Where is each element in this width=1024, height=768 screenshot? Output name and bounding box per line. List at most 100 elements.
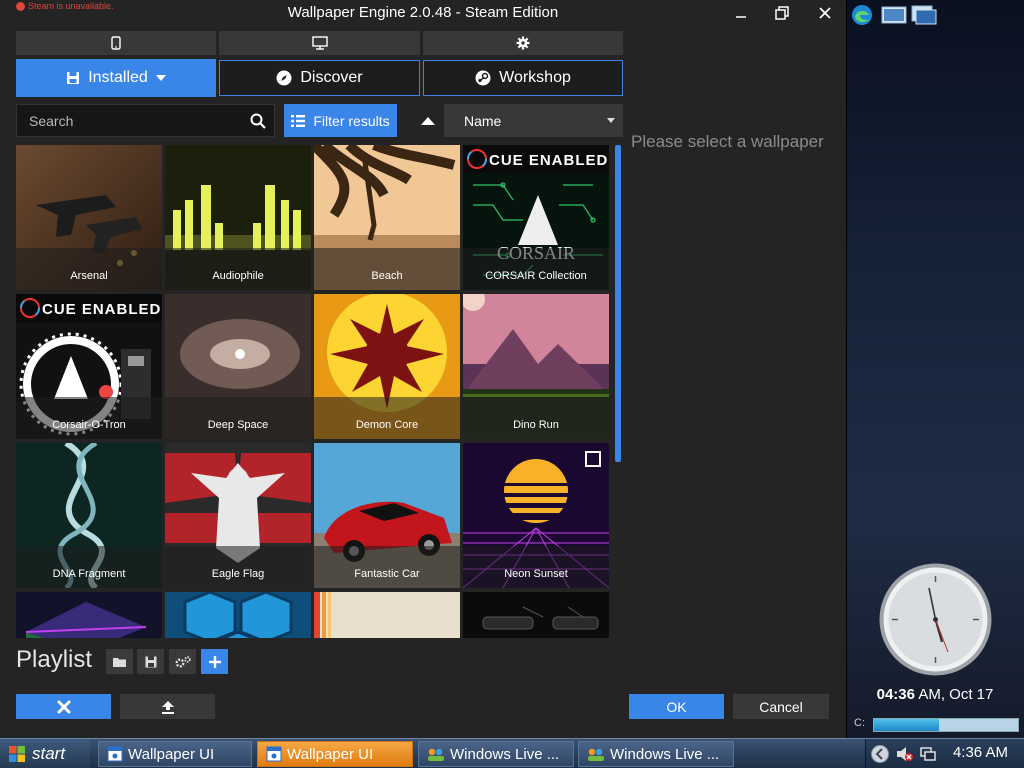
wallpaper-thumbnail — [16, 592, 162, 638]
playlist-add-button[interactable] — [201, 649, 228, 674]
search-input[interactable] — [29, 112, 244, 129]
wallpaper-title: Fantastic Car — [314, 546, 460, 588]
wallpaper-title: Demon Core — [314, 397, 460, 439]
gears-icon — [175, 655, 191, 667]
filter-results-button[interactable]: Filter results — [284, 104, 397, 137]
playlist-open-button[interactable] — [106, 649, 133, 674]
search-icon[interactable] — [250, 113, 266, 129]
taskbar-item-windows-live-2[interactable]: Windows Live ... — [578, 741, 734, 767]
show-desktop-icon[interactable] — [881, 4, 907, 26]
wallpaper-tile[interactable]: Demon Core — [314, 294, 460, 439]
settings-tab[interactable] — [423, 31, 623, 55]
taskbar-item-wallpaper-ui-1[interactable]: Wallpaper UI — [98, 741, 252, 767]
editor-tools-button[interactable] — [16, 694, 111, 719]
task-label: Wallpaper UI — [128, 745, 215, 763]
task-label: Windows Live ... — [450, 745, 560, 763]
filter-list-icon — [291, 114, 306, 127]
system-tray: 4:36 AM — [865, 739, 1024, 768]
windows-logo-icon — [9, 746, 25, 762]
filter-results-label: Filter results — [313, 112, 390, 129]
taskbar-clock[interactable]: 4:36 AM — [953, 744, 1008, 761]
start-button[interactable]: start — [0, 739, 90, 768]
drive-usage-fill — [874, 719, 939, 731]
select-checkbox[interactable] — [585, 451, 601, 467]
sidebar-time: 04:36 — [876, 686, 915, 703]
taskbar: start Wallpaper UI Wallpaper UI Windows … — [0, 738, 1024, 768]
wallpaper-title: Corsair-O-Tron — [16, 397, 162, 439]
playlist-settings-button[interactable] — [169, 649, 196, 674]
sort-direction-button[interactable] — [418, 112, 438, 130]
wallpaper-tile[interactable]: Dino Run — [463, 294, 609, 439]
playlist-save-button[interactable] — [137, 649, 164, 674]
chevron-left-icon[interactable] — [870, 744, 890, 764]
svg-text:CUE ENABLED: CUE ENABLED — [42, 301, 161, 318]
sidebar-date: AM, Oct 17 — [915, 686, 994, 703]
taskbar-item-windows-live-1[interactable]: Windows Live ... — [418, 741, 574, 767]
wallpaper-tile[interactable]: Eagle Flag — [165, 443, 311, 588]
windows-live-icon — [428, 748, 444, 761]
upload-button[interactable] — [120, 694, 215, 719]
plus-icon — [208, 655, 221, 668]
wallpaper-title: DNA Fragment — [16, 546, 162, 588]
wallpaper-tile[interactable] — [165, 592, 311, 638]
wallpaper-tile[interactable] — [463, 592, 609, 638]
grid-scrollbar[interactable] — [615, 145, 621, 462]
minimize-button[interactable] — [728, 2, 754, 24]
minimize-icon — [736, 16, 746, 18]
wallpaper-title: Arsenal — [16, 248, 162, 290]
tab-installed[interactable]: Installed — [16, 59, 216, 97]
wallpaper-tile[interactable]: CORSAIRCUE ENABLEDCORSAIR Collection — [463, 145, 609, 290]
wallpaper-tile[interactable]: Beach — [314, 145, 460, 290]
sort-dropdown[interactable]: Name — [444, 104, 623, 137]
wallpaper-tile[interactable] — [314, 592, 460, 638]
wallpaper-thumbnail — [165, 592, 311, 638]
sidebar-time-date: 04:36 AM, Oct 17 — [846, 686, 1024, 703]
volume-muted-icon[interactable] — [896, 746, 914, 762]
wallpaper-tile[interactable]: Neon Sunset — [463, 443, 609, 588]
wallpaper-title: Neon Sunset — [463, 546, 609, 588]
network-icon[interactable] — [920, 746, 936, 762]
wallpaper-tile[interactable]: Deep Space — [165, 294, 311, 439]
start-label: start — [32, 744, 66, 763]
task-label: Windows Live ... — [610, 745, 720, 763]
task-label: Wallpaper UI — [287, 745, 374, 763]
wallpaper-tile[interactable]: DNA Fragment — [16, 443, 162, 588]
wallpaper-title: Deep Space — [165, 397, 311, 439]
close-button[interactable] — [812, 2, 838, 24]
drive-usage-meter — [873, 718, 1019, 732]
tab-workshop-label: Workshop — [499, 69, 571, 86]
preview-message: Please select a wallpaper — [631, 132, 824, 151]
wallpaper-engine-window: Steam is unavailable. Wallpaper Engine 2… — [0, 0, 846, 738]
upload-icon — [161, 700, 174, 714]
chevron-down-icon — [155, 75, 166, 81]
wallpaper-tile[interactable]: CUE ENABLED Corsair-O-Tron — [16, 294, 162, 439]
monitor-icon — [311, 36, 328, 50]
window-title: Wallpaper Engine 2.0.48 - Steam Edition — [287, 4, 559, 21]
phone-icon — [111, 36, 121, 50]
app-window-icon — [107, 746, 123, 762]
cancel-button[interactable]: Cancel — [733, 694, 829, 719]
taskbar-item-wallpaper-ui-2[interactable]: Wallpaper UI — [257, 741, 413, 767]
close-icon — [819, 7, 831, 19]
wallpaper-tile[interactable]: Fantastic Car — [314, 443, 460, 588]
wallpaper-tile[interactable]: Arsenal — [16, 145, 162, 290]
svg-text:CUE ENABLED: CUE ENABLED — [489, 152, 608, 169]
edge-browser-icon[interactable] — [851, 4, 873, 26]
mobile-devices-tab[interactable] — [16, 31, 216, 55]
playlist-title: Playlist — [16, 646, 93, 673]
wallpaper-title: Beach — [314, 248, 460, 290]
tab-discover[interactable]: Discover — [219, 60, 420, 96]
sort-selected-label: Name — [464, 112, 502, 129]
desktop-tab[interactable] — [219, 31, 420, 55]
app-window-icon — [266, 746, 282, 762]
drive-label: C: — [854, 717, 865, 729]
switch-windows-icon[interactable] — [911, 4, 937, 26]
sort-ascending-icon — [421, 117, 435, 125]
gear-icon — [516, 36, 530, 50]
tab-workshop[interactable]: Workshop — [423, 60, 623, 96]
wallpaper-tile[interactable] — [16, 592, 162, 638]
maximize-button[interactable] — [769, 2, 795, 24]
restore-icon — [775, 6, 789, 20]
wallpaper-tile[interactable]: Audiophile — [165, 145, 311, 290]
ok-button[interactable]: OK — [629, 694, 724, 719]
